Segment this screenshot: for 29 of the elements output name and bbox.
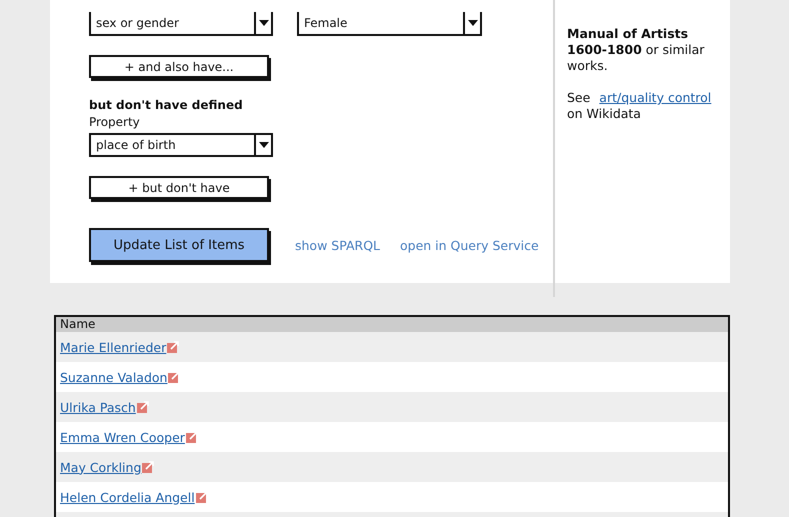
dropdown-select[interactable]: Female xyxy=(297,12,482,36)
item-link[interactable]: Helen Cordelia Angell xyxy=(60,490,208,504)
caret-icon xyxy=(258,20,268,26)
external-link-icon xyxy=(142,461,154,473)
add-condition-button[interactable]: + and also have... xyxy=(89,55,269,78)
info-text: Manual of Artists 1600-1800 or similar works. xyxy=(567,26,706,74)
item-link[interactable]: Suzanne Valadon xyxy=(60,370,180,384)
item-link[interactable]: Ulrika Pasch xyxy=(60,400,149,414)
info-text: See art/quality control on Wikidata xyxy=(567,90,712,122)
section-heading: but don't have defined xyxy=(89,98,244,112)
column-header: Name xyxy=(56,317,728,332)
dropdown-select[interactable]: place of birth xyxy=(89,133,273,157)
external-link-icon xyxy=(186,431,198,443)
update-list-button[interactable]: Update List of Items xyxy=(89,228,269,262)
item-link[interactable]: May Corkling xyxy=(60,460,154,474)
item-link[interactable]: Marie Ellenrieder xyxy=(60,340,180,354)
field-label: Property xyxy=(89,115,141,129)
external-link-icon xyxy=(136,401,149,413)
caret-icon xyxy=(258,142,268,148)
caret-icon xyxy=(468,20,478,26)
add-exclusion-button[interactable]: + but don't have xyxy=(89,176,269,199)
query-link[interactable]: open in Query Service xyxy=(400,238,539,252)
external-link-icon xyxy=(196,491,208,503)
external-link-icon xyxy=(167,341,180,353)
external-link-icon xyxy=(168,371,180,383)
dropdown-select[interactable]: sex or gender xyxy=(89,12,273,36)
item-link[interactable]: Emma Wren Cooper xyxy=(60,430,198,444)
query-link[interactable]: show SPARQL xyxy=(295,238,380,252)
wikidata-link[interactable]: art/quality control xyxy=(599,90,712,105)
